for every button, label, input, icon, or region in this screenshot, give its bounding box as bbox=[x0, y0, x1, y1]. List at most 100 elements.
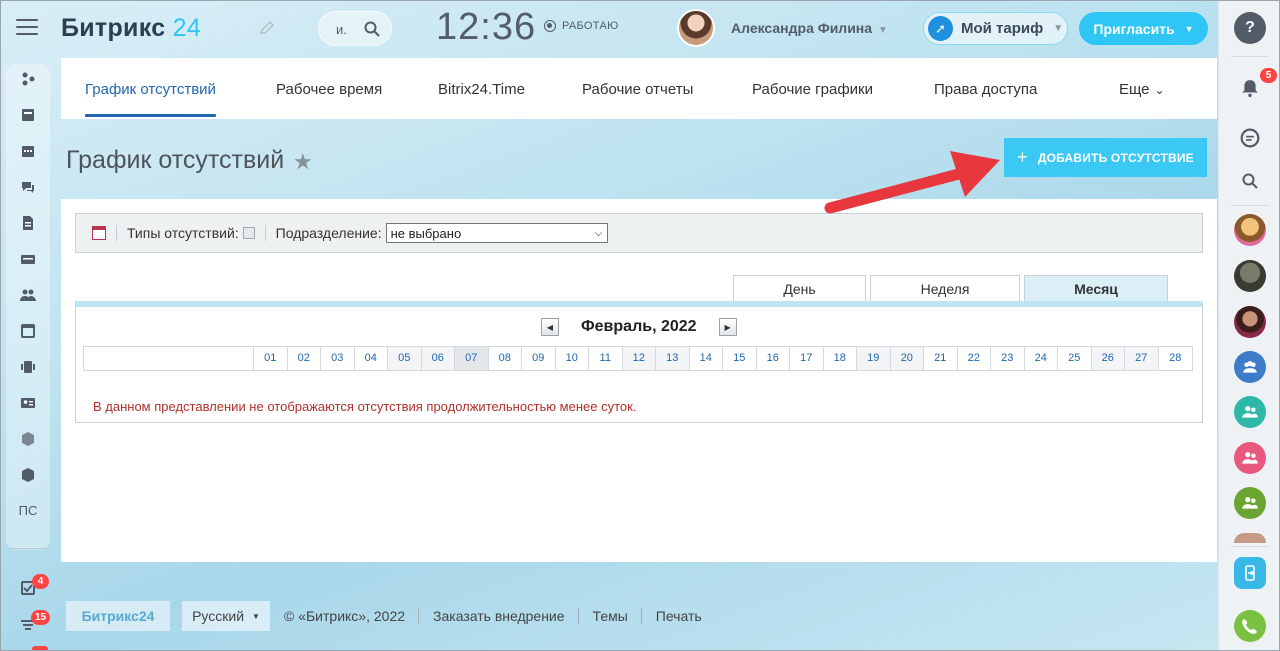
order-implementation-link[interactable]: Заказать внедрение bbox=[433, 608, 565, 624]
help-button[interactable]: ? bbox=[1234, 12, 1266, 44]
contact-avatar-2[interactable] bbox=[1234, 260, 1266, 292]
department-select[interactable]: не выбрано ⌵ bbox=[385, 223, 608, 243]
group-icon bbox=[1242, 497, 1258, 509]
day-cell[interactable]: 04 bbox=[355, 347, 388, 370]
logo[interactable]: Битрикс 24 bbox=[61, 14, 201, 43]
group-chat-1[interactable] bbox=[1234, 351, 1266, 383]
plus-icon: + bbox=[1017, 147, 1028, 167]
day-cell[interactable]: 24 bbox=[1025, 347, 1058, 370]
day-cell[interactable]: 26 bbox=[1091, 347, 1125, 370]
filter-divider bbox=[116, 225, 117, 241]
user-menu[interactable]: Александра Филина ▼ bbox=[731, 20, 888, 36]
day-cell[interactable]: 22 bbox=[958, 347, 991, 370]
page-title: График отсутствий bbox=[66, 146, 285, 174]
user-avatar[interactable] bbox=[677, 9, 715, 47]
sidebar-item-docs[interactable] bbox=[6, 208, 50, 238]
search-button[interactable] bbox=[1234, 165, 1266, 197]
day-cell[interactable]: 23 bbox=[991, 347, 1025, 370]
call-button[interactable] bbox=[1234, 610, 1266, 642]
day-cell[interactable]: 02 bbox=[288, 347, 321, 370]
day-cell[interactable]: 27 bbox=[1125, 347, 1159, 370]
day-cell[interactable]: 19 bbox=[857, 347, 891, 370]
page-header: График отсутствий ★ + ДОБАВИТЬ ОТСУТСТВИ… bbox=[61, 119, 1217, 199]
day-cell[interactable]: 13 bbox=[656, 347, 690, 370]
prev-month-button[interactable]: ◀ bbox=[541, 318, 559, 336]
tab-bitrix-time[interactable]: Bitrix24.Time bbox=[438, 81, 525, 98]
phone-icon bbox=[1242, 619, 1257, 634]
themes-link[interactable]: Темы bbox=[593, 608, 628, 624]
tab-work-schedules[interactable]: Рабочие графики bbox=[752, 81, 873, 98]
day-cell[interactable]: 17 bbox=[790, 347, 824, 370]
footer-logo[interactable]: Битрикс24 bbox=[66, 601, 170, 631]
print-link[interactable]: Печать bbox=[656, 608, 702, 624]
day-cell[interactable]: 16 bbox=[757, 347, 790, 370]
tab-access-rights[interactable]: Права доступа bbox=[934, 81, 1037, 98]
day-cell[interactable]: 21 bbox=[924, 347, 958, 370]
sidebar-item-feed[interactable] bbox=[6, 64, 50, 94]
day-cell[interactable]: 08 bbox=[489, 347, 522, 370]
tab-work-reports[interactable]: Рабочие отчеты bbox=[582, 81, 693, 98]
day-cell[interactable]: 14 bbox=[690, 347, 723, 370]
mobile-icon bbox=[1245, 565, 1255, 581]
invite-button[interactable]: Пригласить ▼ bbox=[1079, 12, 1208, 45]
absence-types-checkbox[interactable] bbox=[242, 227, 255, 239]
tab-more[interactable]: Еще ⌄ bbox=[1119, 81, 1165, 98]
phone-transfer-button[interactable] bbox=[1234, 557, 1266, 589]
sidebar-item-timeman[interactable] bbox=[6, 352, 50, 382]
tab-absence-chart[interactable]: График отсутствий bbox=[85, 81, 216, 117]
next-month-button[interactable]: ▶ bbox=[718, 318, 737, 336]
star-icon[interactable]: ★ bbox=[293, 149, 313, 175]
day-cell[interactable]: 28 bbox=[1159, 347, 1193, 370]
sidebar-item-contacts[interactable] bbox=[6, 388, 50, 418]
day-cell[interactable]: 10 bbox=[556, 347, 589, 370]
view-tab-week[interactable]: Неделя bbox=[870, 275, 1020, 302]
view-tab-day[interactable]: День bbox=[733, 275, 866, 302]
day-cell[interactable]: 11 bbox=[589, 347, 623, 370]
window-icon bbox=[21, 324, 35, 338]
contact-avatar-4[interactable] bbox=[1234, 533, 1266, 543]
day-cell[interactable]: 12 bbox=[622, 347, 656, 370]
sidebar-item-sites[interactable] bbox=[6, 316, 50, 346]
group-icon bbox=[1243, 361, 1257, 373]
search-box[interactable]: и. bbox=[318, 11, 392, 46]
sidebar-item-tasks[interactable] bbox=[6, 100, 50, 130]
day-cell[interactable]: 03 bbox=[321, 347, 355, 370]
day-cell[interactable]: 09 bbox=[522, 347, 556, 370]
open-lines-button[interactable] bbox=[1234, 122, 1266, 154]
tab-work-time[interactable]: Рабочее время bbox=[276, 81, 382, 98]
view-tab-month[interactable]: Месяц bbox=[1024, 275, 1168, 303]
calendar-icon[interactable] bbox=[92, 226, 106, 240]
group-chat-4[interactable] bbox=[1234, 487, 1266, 519]
menu-icon[interactable] bbox=[16, 19, 38, 37]
contact-avatar-3[interactable] bbox=[1234, 306, 1266, 338]
sidebar-divider bbox=[10, 548, 46, 549]
sidebar-item-ps[interactable]: ПС bbox=[6, 495, 50, 525]
sidebar-item-calendar[interactable] bbox=[6, 136, 50, 166]
sidebar-item-apps[interactable] bbox=[6, 424, 50, 454]
add-absence-button[interactable]: + ДОБАВИТЬ ОТСУТСТВИЕ bbox=[1004, 138, 1207, 177]
search-icon bbox=[364, 21, 380, 37]
day-cell[interactable]: 05 bbox=[388, 347, 422, 370]
day-cell[interactable]: 20 bbox=[890, 347, 924, 370]
sidebar-item-drive[interactable] bbox=[6, 244, 50, 274]
chat-bubble-icon bbox=[1240, 128, 1260, 148]
day-cell[interactable]: 01 bbox=[254, 347, 288, 370]
day-cell[interactable]: 07 bbox=[455, 347, 489, 370]
sidebar-item-market[interactable] bbox=[6, 460, 50, 490]
language-select[interactable]: Русский ▼ bbox=[182, 601, 270, 631]
work-status[interactable]: РАБОТАЮ bbox=[544, 20, 619, 32]
day-cell[interactable]: 18 bbox=[824, 347, 857, 370]
group-chat-3[interactable] bbox=[1234, 442, 1266, 474]
sidebar-item-employees[interactable] bbox=[6, 280, 50, 310]
group-chat-2[interactable] bbox=[1234, 396, 1266, 428]
day-cell[interactable]: 25 bbox=[1058, 347, 1092, 370]
footer-divider bbox=[577, 608, 579, 624]
day-cell[interactable]: 06 bbox=[421, 347, 455, 370]
footer: Битрикс24 Русский ▼ © «Битрикс», 2022 Зак… bbox=[66, 600, 702, 632]
day-cell[interactable]: 15 bbox=[723, 347, 757, 370]
contact-avatar-1[interactable] bbox=[1234, 214, 1266, 246]
sidebar-item-chat[interactable] bbox=[6, 172, 50, 202]
notifications-badge: 5 bbox=[1260, 68, 1277, 83]
edit-logo-icon[interactable] bbox=[259, 20, 277, 38]
tariff-button[interactable]: ➚ Мой тариф ▼ bbox=[923, 12, 1068, 45]
